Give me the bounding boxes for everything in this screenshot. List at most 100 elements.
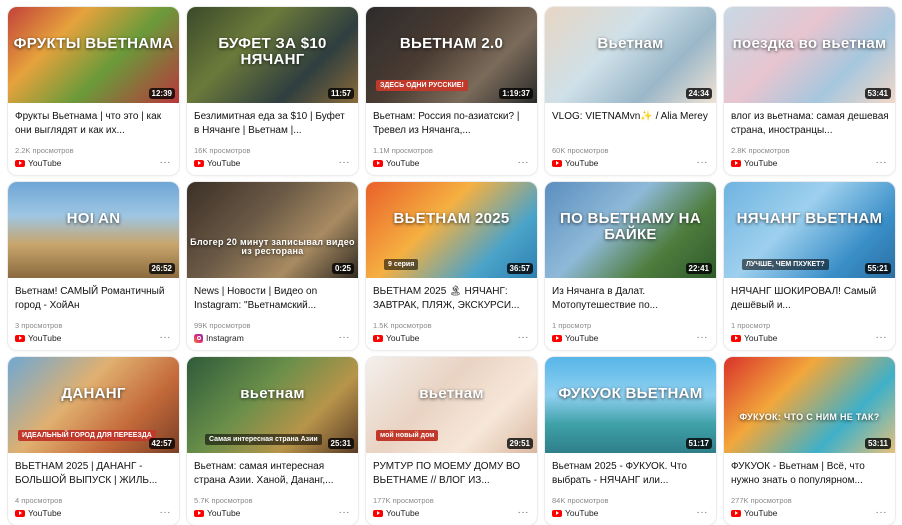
video-title[interactable]: VLOG: VIETNAMvn✨ / Alia Merey (552, 110, 710, 137)
video-card[interactable]: ФУКУОК ВЬЕТНАМ 51:17 Вьетнам 2025 - ФУКУ… (545, 357, 716, 525)
video-title[interactable]: Фрукты Вьетнама | что это | как они выгл… (15, 110, 173, 137)
video-source[interactable]: YouTube (552, 158, 598, 168)
video-card[interactable]: Вьетнам 24:34 VLOG: VIETNAMvn✨ / Alia Me… (545, 7, 716, 175)
more-options-icon[interactable]: ··· (697, 508, 709, 518)
more-options-icon[interactable]: ··· (160, 508, 172, 518)
more-options-icon[interactable]: ··· (876, 158, 888, 168)
more-options-icon[interactable]: ··· (160, 158, 172, 168)
video-card[interactable]: HOI AN 26:52 Вьетнам! САМЫЙ Романтичный … (8, 182, 179, 350)
video-thumbnail[interactable]: БУФЕТ ЗА $10 НЯЧАНГ 11:57 (187, 7, 358, 103)
youtube-icon (552, 159, 562, 167)
source-label: YouTube (744, 333, 778, 343)
video-thumbnail[interactable]: ВЬЕТНАМ 2.0 ЗДЕСЬ ОДНИ РУССКИЕ! 1:19:37 (366, 7, 537, 103)
source-label: YouTube (28, 508, 62, 518)
video-thumbnail[interactable]: ДАНАНГ ИДЕАЛЬНЫЙ ГОРОД ДЛЯ ПЕРЕЕЗДА 42:5… (8, 357, 179, 453)
video-card[interactable]: ПО ВЬЕТНАМУ НА БАЙКЕ 22:41 Из Нячанга в … (545, 182, 716, 350)
video-thumbnail[interactable]: Блогер 20 минут записывал видео из ресто… (187, 182, 358, 278)
view-count: 99K просмотров (194, 321, 251, 330)
thumbnail-caption: ФУКУОК: ЧТО С НИМ НЕ ТАК? (739, 411, 880, 422)
video-title[interactable]: Безлимитная еда за $10 | Буфет в Нячанге… (194, 110, 352, 137)
video-title[interactable]: Вьетнам: Россия по-азиатски? |Тревел из … (373, 110, 531, 137)
more-options-icon[interactable]: ··· (518, 333, 530, 343)
thumbnail-caption: ФУКУОК ВЬЕТНАМ (558, 384, 703, 402)
more-options-icon[interactable]: ··· (876, 508, 888, 518)
view-count: 5.7K просмотров (194, 496, 253, 505)
more-options-icon[interactable]: ··· (518, 158, 530, 168)
video-title[interactable]: Из Нячанга в Далат. Мотопутешествие по..… (552, 285, 710, 312)
video-source[interactable]: YouTube (194, 158, 240, 168)
video-card[interactable]: НЯЧАНГ ВЬЕТНАМ ЛУЧШЕ, ЧЕМ ПХУКЕТ? 55:21 … (724, 182, 895, 350)
more-options-icon[interactable]: ··· (697, 158, 709, 168)
video-title[interactable]: Вьетнам: самая интересная страна Азии. Х… (194, 460, 352, 487)
video-card[interactable]: БУФЕТ ЗА $10 НЯЧАНГ 11:57 Безлимитная ед… (187, 7, 358, 175)
video-card[interactable]: Блогер 20 минут записывал видео из ресто… (187, 182, 358, 350)
video-title[interactable]: РУМТУР ПО МОЕМУ ДОМУ ВО ВЬЕТНАМЕ // ВЛОГ… (373, 460, 531, 487)
video-thumbnail[interactable]: HOI AN 26:52 (8, 182, 179, 278)
video-card[interactable]: вьетнам мой новый дом 29:51 РУМТУР ПО МО… (366, 357, 537, 525)
video-thumbnail[interactable]: поездка во вьетнам 53:41 (724, 7, 895, 103)
more-options-icon[interactable]: ··· (339, 158, 351, 168)
video-thumbnail[interactable]: Вьетнам 24:34 (545, 7, 716, 103)
source-label: YouTube (744, 508, 778, 518)
video-card[interactable]: ФУКУОК: ЧТО С НИМ НЕ ТАК? 53:11 ФУКУОК -… (724, 357, 895, 525)
video-source[interactable]: YouTube (731, 158, 777, 168)
more-options-icon[interactable]: ··· (876, 333, 888, 343)
video-thumbnail[interactable]: ВЬЕТНАМ 2025 9 серия 36:57 (366, 182, 537, 278)
video-source[interactable]: YouTube (194, 508, 240, 518)
video-title[interactable]: Вьетнам! САМЫЙ Романтичный город - ХойАн (15, 285, 173, 312)
video-card[interactable]: ФРУКТЫ ВЬЕТНАМА 12:39 Фрукты Вьетнама | … (8, 7, 179, 175)
video-source[interactable]: YouTube (731, 333, 777, 343)
video-duration: 11:57 (327, 88, 354, 99)
video-source[interactable]: YouTube (552, 333, 598, 343)
thumbnail-caption: HOI AN (66, 209, 121, 227)
video-duration: 25:31 (327, 438, 354, 449)
view-count: 3 просмотров (15, 321, 63, 330)
thumbnail-subtitle: ЛУЧШЕ, ЧЕМ ПХУКЕТ? (742, 259, 829, 270)
youtube-icon (373, 159, 383, 167)
video-source[interactable]: YouTube (15, 508, 61, 518)
video-card[interactable]: ДАНАНГ ИДЕАЛЬНЫЙ ГОРОД ДЛЯ ПЕРЕЕЗДА 42:5… (8, 357, 179, 525)
more-options-icon[interactable]: ··· (339, 508, 351, 518)
video-card[interactable]: вьетнам Самая интересная страна Азии 25:… (187, 357, 358, 525)
video-source[interactable]: YouTube (552, 508, 598, 518)
video-card[interactable]: ВЬЕТНАМ 2.0 ЗДЕСЬ ОДНИ РУССКИЕ! 1:19:37 … (366, 7, 537, 175)
more-options-icon[interactable]: ··· (518, 508, 530, 518)
video-source[interactable]: YouTube (373, 158, 419, 168)
video-title[interactable]: Вьетнам 2025 - ФУКУОК. Что выбрать - НЯЧ… (552, 460, 710, 487)
video-duration: 24:34 (685, 88, 712, 99)
video-title[interactable]: влог из вьетнама: самая дешевая страна, … (731, 110, 889, 137)
youtube-icon (731, 159, 741, 167)
youtube-icon (15, 334, 25, 342)
video-source[interactable]: YouTube (731, 508, 777, 518)
video-title[interactable]: News | Новости | Видео on Instagram: "Вь… (194, 285, 352, 312)
video-source[interactable]: YouTube (373, 333, 419, 343)
video-title[interactable]: НЯЧАНГ ШОКИРОВАЛ! Самый дешёвый и... (731, 285, 889, 312)
video-thumbnail[interactable]: вьетнам мой новый дом 29:51 (366, 357, 537, 453)
video-thumbnail[interactable]: НЯЧАНГ ВЬЕТНАМ ЛУЧШЕ, ЧЕМ ПХУКЕТ? 55:21 (724, 182, 895, 278)
video-duration: 53:11 (864, 438, 891, 449)
more-options-icon[interactable]: ··· (339, 333, 351, 343)
video-source[interactable]: YouTube (373, 508, 419, 518)
video-source[interactable]: YouTube (15, 333, 61, 343)
video-thumbnail[interactable]: ФРУКТЫ ВЬЕТНАМА 12:39 (8, 7, 179, 103)
video-title[interactable]: ФУКУОК - Вьетнам | Всё, что нужно знать … (731, 460, 889, 487)
video-duration: 1:19:37 (499, 88, 533, 99)
more-options-icon[interactable]: ··· (160, 333, 172, 343)
youtube-icon (731, 509, 741, 517)
video-title[interactable]: ВЬЕТНАМ 2025 🏝 НЯЧАНГ: ЗАВТРАК, ПЛЯЖ, ЭК… (373, 285, 531, 312)
video-source[interactable]: Instagram (194, 333, 244, 343)
video-thumbnail[interactable]: ФУКУОК: ЧТО С НИМ НЕ ТАК? 53:11 (724, 357, 895, 453)
source-label: YouTube (744, 158, 778, 168)
video-card[interactable]: ВЬЕТНАМ 2025 9 серия 36:57 ВЬЕТНАМ 2025 … (366, 182, 537, 350)
source-label: YouTube (386, 158, 420, 168)
thumbnail-caption: Вьетнам (597, 34, 664, 52)
video-title[interactable]: ВЬЕТНАМ 2025 | ДАНАНГ - БОЛЬШОЙ ВЫПУСК |… (15, 460, 173, 487)
video-thumbnail[interactable]: ФУКУОК ВЬЕТНАМ 51:17 (545, 357, 716, 453)
video-thumbnail[interactable]: вьетнам Самая интересная страна Азии 25:… (187, 357, 358, 453)
view-count: 1.5K просмотров (373, 321, 432, 330)
video-card[interactable]: поездка во вьетнам 53:41 влог из вьетнам… (724, 7, 895, 175)
video-source[interactable]: YouTube (15, 158, 61, 168)
more-options-icon[interactable]: ··· (697, 333, 709, 343)
thumbnail-caption: ДАНАНГ (61, 384, 126, 402)
video-thumbnail[interactable]: ПО ВЬЕТНАМУ НА БАЙКЕ 22:41 (545, 182, 716, 278)
